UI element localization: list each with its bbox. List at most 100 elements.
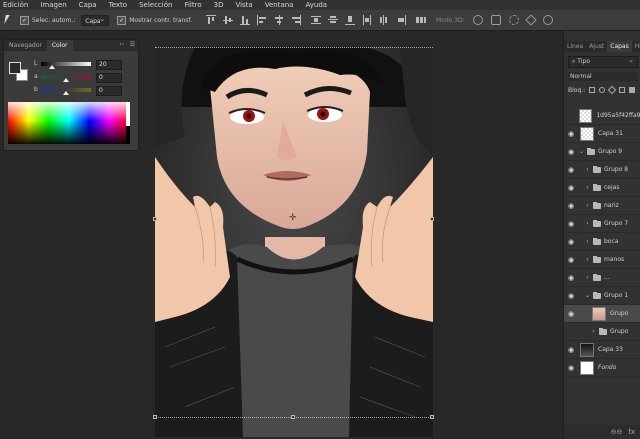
autoselect-target-select[interactable]: Capa — [81, 14, 110, 26]
transform-handle-bottom-left[interactable] — [153, 415, 157, 419]
visibility-eye-icon[interactable]: ◉ — [566, 328, 576, 336]
slider-a[interactable]: a 0 — [34, 73, 134, 83]
menu-item[interactable]: Ayuda — [305, 1, 327, 9]
visibility-eye-icon[interactable]: ◉ — [566, 112, 575, 120]
transform-handle-bottom-right[interactable] — [430, 415, 434, 419]
slider-a-knob[interactable] — [63, 78, 69, 82]
menu-item[interactable]: Edición — [3, 1, 28, 9]
group-expand-icon[interactable]: › — [584, 202, 591, 209]
group-expand-icon[interactable]: › — [584, 220, 591, 227]
move-tool-icon[interactable] — [2, 14, 16, 26]
tab-navegador[interactable]: Navegador — [4, 40, 47, 51]
layer-row[interactable]: ◉ › cejas — [564, 179, 640, 197]
visibility-eye-icon[interactable]: ◉ — [566, 310, 576, 318]
layer-row[interactable]: ◉ › Grupo — [564, 323, 640, 341]
lock-position-icon[interactable] — [607, 85, 617, 95]
menu-item[interactable]: Vista — [235, 1, 252, 9]
collapse-icon[interactable]: ‹‹ — [119, 41, 124, 48]
visibility-eye-icon[interactable]: ◉ — [566, 292, 576, 300]
show-transform-checkbox[interactable]: ✓ — [117, 15, 127, 25]
menu-item[interactable]: Capa — [79, 1, 97, 9]
distribute-top-icon[interactable] — [310, 15, 321, 25]
panel-menu-icon[interactable]: ☰ — [130, 41, 135, 48]
menu-item[interactable]: Ventana — [265, 1, 294, 9]
white-swatch[interactable] — [126, 102, 130, 126]
lock-artboard-icon[interactable] — [619, 87, 626, 93]
distribute-hcenter-icon[interactable] — [379, 15, 389, 25]
layer-row[interactable]: ◉ › nariz — [564, 197, 640, 215]
visibility-eye-icon[interactable]: ◉ — [566, 184, 576, 192]
visibility-eye-icon[interactable]: ◉ — [566, 364, 576, 372]
visibility-eye-icon[interactable]: ◉ — [566, 274, 576, 282]
layer-row[interactable]: ◉ › boca — [564, 233, 640, 251]
transform-center-icon[interactable]: ✛ — [289, 213, 297, 223]
group-expand-icon[interactable]: › — [584, 274, 591, 281]
tab-color[interactable]: Color — [46, 40, 73, 51]
lock-all-icon[interactable] — [629, 87, 636, 93]
transform-handle-right[interactable] — [430, 217, 434, 221]
align-vcenter-icon[interactable] — [222, 15, 233, 25]
black-swatch[interactable] — [126, 126, 130, 144]
slide-3d-icon[interactable] — [525, 14, 537, 26]
lock-transparent-icon[interactable] — [589, 87, 596, 93]
align-hcenter-icon[interactable] — [274, 15, 284, 25]
slider-a-value[interactable]: 0 — [96, 73, 122, 83]
color-spectrum[interactable] — [8, 102, 130, 144]
slider-l-value[interactable]: 20 — [96, 60, 122, 70]
group-expand-icon[interactable]: › — [584, 184, 591, 191]
visibility-eye-icon[interactable]: ◉ — [566, 202, 576, 210]
group-expand-icon[interactable]: › — [590, 328, 597, 335]
layer-filter-select[interactable]: ⌕ Tipo — [568, 55, 638, 68]
distribute-left-icon[interactable] — [362, 15, 372, 25]
menu-item[interactable]: Texto — [109, 1, 127, 9]
rotate-3d-icon[interactable] — [472, 15, 483, 25]
menu-item[interactable]: Selección — [139, 1, 172, 9]
layer-row[interactable]: ◉ ⌄ Grupo 9 — [564, 143, 640, 161]
align-right-icon[interactable] — [291, 15, 301, 25]
slider-b-value[interactable]: 0 — [96, 86, 122, 96]
group-expand-icon[interactable]: › — [584, 238, 591, 245]
slider-b-knob[interactable] — [63, 91, 69, 95]
fg-bg-swatches[interactable] — [9, 62, 28, 81]
group-expand-icon[interactable]: › — [584, 256, 591, 263]
visibility-eye-icon[interactable]: ◉ — [566, 238, 576, 246]
document-canvas[interactable] — [155, 47, 433, 437]
layer-row[interactable]: ◉ Grupo — [564, 305, 640, 323]
slider-l[interactable]: L 20 — [34, 60, 134, 70]
menu-item[interactable]: Imagen — [40, 1, 66, 9]
menu-item[interactable]: 3D — [214, 1, 224, 9]
distribute-right-icon[interactable] — [396, 15, 406, 25]
lock-image-icon[interactable] — [599, 87, 606, 93]
visibility-eye-icon[interactable]: ◉ — [566, 166, 576, 174]
fx-button[interactable]: fx — [628, 428, 635, 436]
layer-row[interactable]: ◉ Capa 33 — [564, 341, 640, 359]
visibility-eye-icon[interactable]: ◉ — [566, 148, 576, 156]
link-layers-icon[interactable]: ⊖⊖ — [611, 428, 623, 436]
slider-b[interactable]: b 0 — [34, 86, 134, 96]
layer-row[interactable]: ◉ › Grupo 7 — [564, 215, 640, 233]
layer-row[interactable]: ◉ 1d95a5f42ffa92 — [564, 107, 640, 125]
slider-l-knob[interactable] — [49, 65, 55, 69]
menu-item[interactable]: Filtro — [184, 1, 201, 9]
tab-ajustes[interactable]: Ajust — [586, 41, 607, 52]
scale-3d-icon[interactable] — [542, 15, 553, 25]
transform-handle-bottom[interactable] — [291, 415, 295, 419]
layer-row[interactable]: ◉ Fondo — [564, 359, 640, 377]
visibility-eye-icon[interactable]: ◉ — [566, 130, 576, 138]
transform-handle-left[interactable] — [153, 217, 157, 221]
visibility-eye-icon[interactable]: ◉ — [566, 256, 576, 264]
roll-3d-icon[interactable] — [490, 15, 501, 25]
layer-row[interactable]: ◉ › Grupo 8 — [564, 161, 640, 179]
layer-row[interactable]: ◉ ⌄ Grupo 1 — [564, 287, 640, 305]
foreground-color-swatch[interactable] — [9, 62, 21, 74]
auto-align-icon[interactable] — [415, 15, 426, 25]
drag-3d-icon[interactable] — [508, 15, 519, 25]
blend-mode-select[interactable]: Normal — [568, 72, 638, 81]
align-bottom-icon[interactable] — [239, 15, 250, 25]
distribute-vcenter-icon[interactable] — [327, 15, 338, 25]
tab-linea[interactable]: Línea — [564, 41, 586, 52]
layer-row[interactable]: ◉ › manos — [564, 251, 640, 269]
group-expand-icon[interactable]: › — [584, 166, 591, 173]
align-top-icon[interactable] — [205, 15, 216, 25]
distribute-bottom-icon[interactable] — [344, 15, 355, 25]
